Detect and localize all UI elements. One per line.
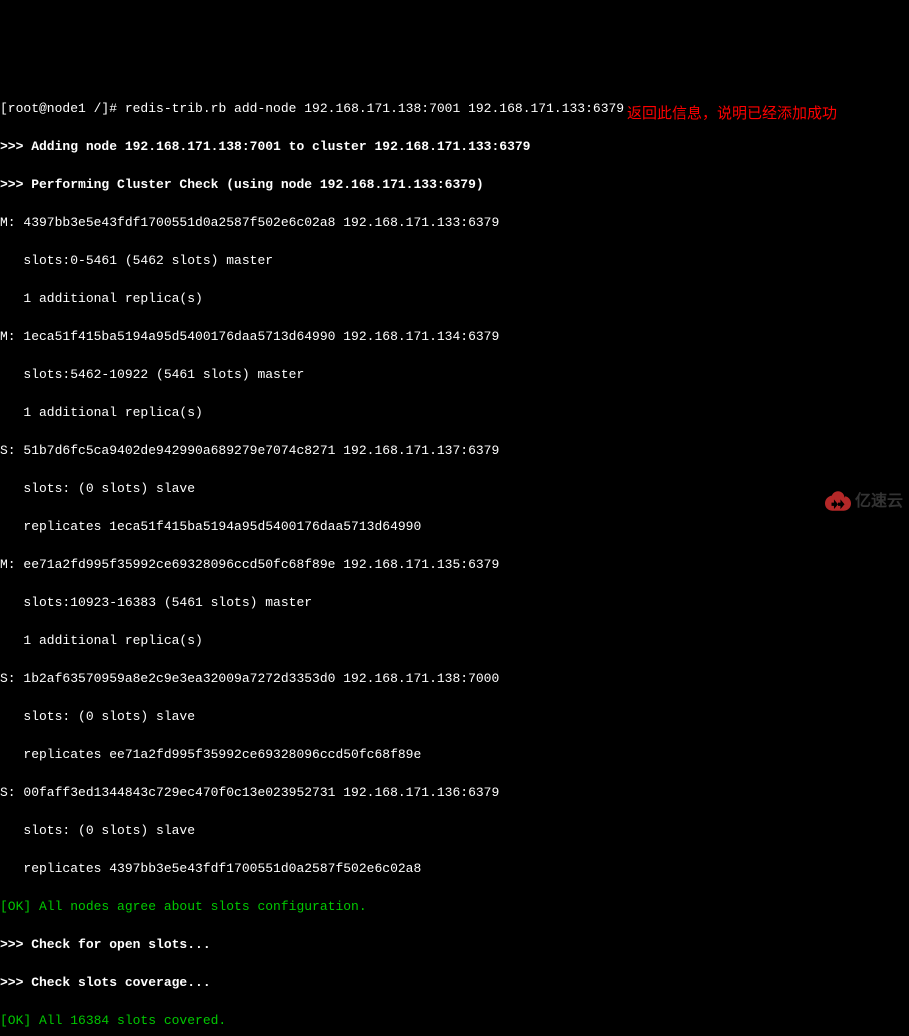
output-line: 1 additional replica(s) [0, 403, 909, 422]
output-line: >>> Adding node 192.168.171.138:7001 to … [0, 137, 909, 156]
output-line: 1 additional replica(s) [0, 289, 909, 308]
output-line: slots:0-5461 (5462 slots) master [0, 251, 909, 270]
output-line: 1 additional replica(s) [0, 631, 909, 650]
output-line: replicates 4397bb3e5e43fdf1700551d0a2587… [0, 859, 909, 878]
output-line: M: ee71a2fd995f35992ce69328096ccd50fc68f… [0, 555, 909, 574]
shell-prompt: [root@node1 /]# [0, 101, 125, 116]
command-text: redis-trib.rb add-node 192.168.171.138:7… [125, 101, 624, 116]
output-line: M: 4397bb3e5e43fdf1700551d0a2587f502e6c0… [0, 213, 909, 232]
output-line: S: 1b2af63570959a8e2c9e3ea32009a7272d335… [0, 669, 909, 688]
ok-line: [OK] All nodes agree about slots configu… [0, 897, 909, 916]
output-line: M: 1eca51f415ba5194a95d5400176daa5713d64… [0, 327, 909, 346]
output-line: S: 51b7d6fc5ca9402de942990a689279e7074c8… [0, 441, 909, 460]
watermark-label: 亿速云 [855, 492, 903, 511]
ok-line: [OK] All 16384 slots covered. [0, 1011, 909, 1030]
cloud-icon [825, 490, 851, 512]
output-line: slots: (0 slots) slave [0, 821, 909, 840]
terminal-output: [root@node1 /]# redis-trib.rb add-node 1… [0, 76, 909, 1036]
output-line: S: 00faff3ed1344843c729ec470f0c13e023952… [0, 783, 909, 802]
annotation-text: 返回此信息，说明已经添加成功 [627, 104, 837, 123]
output-line: slots:10923-16383 (5461 slots) master [0, 593, 909, 612]
watermark: 亿速云 [825, 490, 903, 512]
output-line: slots:5462-10922 (5461 slots) master [0, 365, 909, 384]
output-line: >>> Check for open slots... [0, 935, 909, 954]
output-line: replicates ee71a2fd995f35992ce69328096cc… [0, 745, 909, 764]
output-line: replicates 1eca51f415ba5194a95d5400176da… [0, 517, 909, 536]
output-line: >>> Performing Cluster Check (using node… [0, 175, 909, 194]
output-line: slots: (0 slots) slave [0, 479, 909, 498]
output-line: slots: (0 slots) slave [0, 707, 909, 726]
output-line: >>> Check slots coverage... [0, 973, 909, 992]
